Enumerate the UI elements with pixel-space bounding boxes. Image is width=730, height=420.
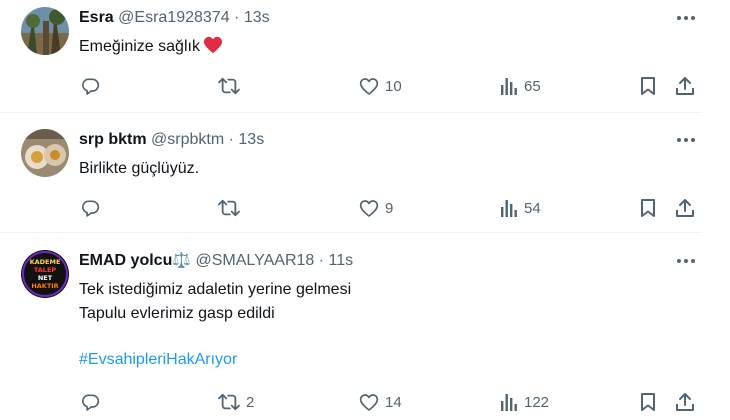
tweet-line: Emeğinize sağlık: [79, 38, 200, 55]
avatar-text-line: TALEP: [34, 266, 57, 274]
timestamp[interactable]: 13s: [238, 131, 264, 148]
separator: ·: [318, 252, 325, 269]
more-icon[interactable]: [672, 6, 700, 30]
bookmark-icon: [640, 392, 656, 412]
tweet-text: Birlikte güçlüyüz.: [79, 157, 199, 181]
views-icon: [500, 393, 518, 411]
retweet-icon: [218, 198, 240, 218]
views-count: 65: [524, 77, 541, 95]
tweet-3[interactable]: KADEME TALEP NET HAKTIR EMAD yolcu⚖️ @SM…: [0, 243, 702, 420]
like-icon: [359, 199, 379, 218]
like-button[interactable]: 9: [359, 196, 393, 220]
tweet-line: Tapulu evlerimiz gasp edildi: [79, 305, 275, 322]
retweet-button[interactable]: [218, 196, 246, 220]
tweet-actions: 2 14 122: [0, 390, 702, 414]
tweet-feed: Esra @Esra1928374 · 13s Emeğinize sağlık…: [0, 0, 730, 420]
tweet-line: Tek istediğimiz adaletin yerine gelmesi: [79, 281, 352, 298]
retweet-button[interactable]: 2: [218, 390, 254, 414]
heart-emoji: [203, 36, 223, 62]
avatar-text-line: HAKTIR: [31, 282, 58, 290]
separator: ·: [228, 131, 234, 148]
avatar-text-line: NET: [38, 274, 53, 282]
timestamp[interactable]: 11s: [329, 252, 354, 269]
tweet-actions: 10 65: [0, 74, 702, 98]
share-icon: [675, 198, 695, 218]
bookmark-button[interactable]: [640, 196, 656, 220]
tweet-text: Tek istediğimiz adaletin yerine gelmesi …: [79, 278, 351, 372]
views-icon: [500, 199, 518, 217]
scales-emoji: ⚖️: [172, 252, 192, 269]
timestamp[interactable]: 13s: [244, 9, 270, 26]
tweet-header: EMAD yolcu⚖️ @SMALYAAR18 · 11s: [79, 251, 353, 271]
avatar-text-line: KADEME: [30, 258, 61, 266]
views-count: 54: [524, 199, 541, 217]
share-button[interactable]: [675, 74, 695, 98]
views-button[interactable]: 122: [500, 390, 549, 414]
display-name[interactable]: Esra: [79, 9, 114, 26]
more-icon[interactable]: [672, 128, 700, 152]
views-icon: [500, 77, 518, 95]
like-icon: [359, 393, 379, 412]
retweet-button[interactable]: [218, 74, 246, 98]
reply-icon: [80, 392, 100, 412]
hashtag-link[interactable]: #EvsahipleriHakArıyor: [79, 348, 351, 372]
display-name[interactable]: EMAD yolcu: [79, 252, 172, 269]
tweet-line: Birlikte güçlüyüz.: [79, 160, 200, 177]
more-icon[interactable]: [672, 249, 700, 273]
reply-button[interactable]: [80, 74, 106, 98]
like-icon: [359, 77, 379, 96]
reply-button[interactable]: [80, 390, 106, 414]
retweet-count: 2: [246, 393, 255, 411]
user-handle[interactable]: @SMALYAAR18: [195, 252, 314, 269]
user-handle[interactable]: @Esra1928374: [118, 9, 229, 26]
user-handle[interactable]: @srpbktm: [151, 131, 224, 148]
views-button[interactable]: 65: [500, 74, 541, 98]
like-count: 14: [385, 393, 402, 411]
like-button[interactable]: 10: [359, 74, 402, 98]
bookmark-button[interactable]: [640, 74, 656, 98]
share-button[interactable]: [675, 390, 695, 414]
reply-icon: [80, 198, 100, 218]
like-button[interactable]: 14: [359, 390, 402, 414]
views-button[interactable]: 54: [500, 196, 541, 220]
display-name[interactable]: srp bktm: [79, 131, 147, 148]
separator: ·: [234, 9, 240, 26]
retweet-icon: [218, 76, 240, 96]
tweet-actions: 9 54: [0, 196, 702, 220]
tweet-header: Esra @Esra1928374 · 13s: [79, 8, 270, 28]
tweet-1[interactable]: Esra @Esra1928374 · 13s Emeğinize sağlık…: [0, 0, 702, 113]
tweet-2[interactable]: srp bktm @srpbktm · 13s Birlikte güçlüyü…: [0, 122, 702, 233]
share-icon: [675, 76, 695, 96]
avatar[interactable]: [21, 7, 69, 55]
avatar[interactable]: [21, 129, 69, 177]
bookmark-icon: [640, 198, 656, 218]
views-count: 122: [524, 393, 550, 411]
bookmark-button[interactable]: [640, 390, 656, 414]
avatar[interactable]: KADEME TALEP NET HAKTIR: [21, 250, 69, 298]
tweet-header: srp bktm @srpbktm · 13s: [79, 130, 264, 150]
reply-icon: [80, 76, 100, 96]
bookmark-icon: [640, 76, 656, 96]
reply-button[interactable]: [80, 196, 106, 220]
like-count: 9: [385, 199, 394, 217]
share-icon: [675, 392, 695, 412]
share-button[interactable]: [675, 196, 695, 220]
tweet-text: Emeğinize sağlık: [79, 35, 223, 62]
retweet-icon: [218, 392, 240, 412]
like-count: 10: [385, 77, 402, 95]
